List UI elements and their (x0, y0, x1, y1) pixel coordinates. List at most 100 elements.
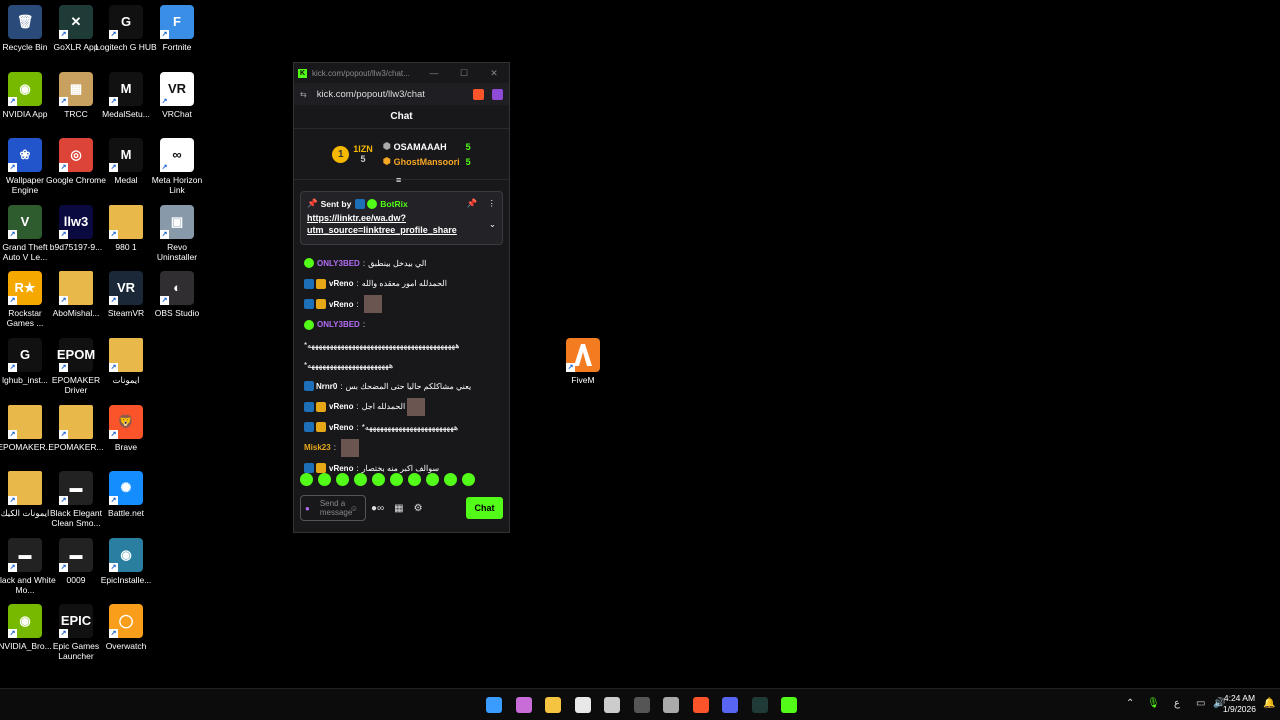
username-colon: : (356, 463, 359, 473)
chat-username[interactable]: vReno (329, 402, 353, 411)
chat-username[interactable]: Misk23 (304, 443, 331, 452)
goxlr-taskbar-icon[interactable] (751, 697, 768, 713)
clock-date: 1/9/2026 (1222, 704, 1256, 714)
emote-icon[interactable] (354, 473, 367, 486)
discord-icon[interactable] (722, 697, 738, 713)
pinned-sent-by: Sent by (320, 198, 352, 209)
address-bar[interactable]: ⇆ kick.com/popout/llw3/chat (294, 83, 509, 105)
brave-taskbar-icon[interactable] (692, 697, 709, 713)
windows-start-icon[interactable] (486, 697, 502, 713)
filter-icon[interactable]: ≡ (396, 175, 401, 185)
chat-message: vReno: (304, 294, 494, 315)
desktop-icon[interactable]: ◐ ↗ OBS Studio (146, 271, 208, 318)
brave-shields-icon[interactable] (473, 88, 484, 100)
video-icon: ▬ ↗ (8, 537, 42, 572)
notepad-icon[interactable] (574, 697, 591, 713)
calculator-icon[interactable] (633, 697, 650, 713)
desktop-icon[interactable]: ◯ ↗ Overwatch (95, 604, 157, 651)
emote-icon[interactable] (426, 473, 439, 486)
shortcut-arrow-icon: ↗ (59, 296, 68, 306)
username-colon: : (356, 279, 359, 289)
chat-username[interactable]: vReno (329, 279, 353, 288)
chat-username[interactable]: vReno (329, 300, 353, 309)
maximize-button[interactable]: ☐ (449, 68, 479, 79)
desktop-icon-label: Overwatch (105, 641, 147, 652)
chat-username[interactable]: ONLY3BED (317, 320, 360, 329)
brave-rewards-icon[interactable] (492, 88, 503, 100)
emote-icon[interactable] (444, 473, 457, 486)
desktop-icon[interactable]: ◉ ↗ EpicInstalle... (95, 537, 157, 585)
pinned-author[interactable]: BotRix (380, 199, 467, 209)
leader-name[interactable]: 1IZN (353, 144, 373, 154)
kick-taskbar-icon[interactable] (781, 697, 797, 713)
leaderboard-entry-count: 5 (465, 141, 471, 152)
leaderboard-entry-name[interactable]: GhostMansoori (394, 157, 466, 167)
chat-message: *ههههههههههههههههههههههه (304, 356, 494, 377)
medal-icon: M ↗ (109, 138, 143, 173)
pinned-link[interactable]: https://linktr.ee/wa.dw? utm_source=link… (307, 212, 489, 236)
more-options-icon[interactable]: ⋮ (488, 198, 497, 209)
desktop-icon[interactable]: 🦁 ↗ Brave (95, 404, 157, 452)
desktop-icon[interactable]: ✺ ↗ Battle.net (95, 471, 157, 518)
emote-icon[interactable] (300, 473, 313, 486)
leaderboard-entry-name[interactable]: OSAMAAAH (394, 142, 466, 152)
microphone-icon[interactable]: 🎙 (1147, 698, 1160, 709)
emote-icon[interactable] (462, 473, 475, 486)
emote-icon[interactable] (390, 473, 403, 486)
overwatch-icon: ◯ ↗ (109, 604, 143, 639)
desktop-icon[interactable]: ↗ ايمونات (95, 338, 157, 385)
chat-username[interactable]: ONLY3BED (317, 259, 360, 268)
url-text[interactable]: kick.com/popout/llw3/chat (317, 89, 473, 100)
desktop-icon[interactable]: VR ↗ VRChat (146, 71, 208, 119)
chevron-up-icon[interactable]: ⌃ (1126, 698, 1134, 709)
microphone-icon[interactable]: ● (305, 504, 310, 513)
pinned-link-line: utm_source=linktree_profile_share (307, 225, 457, 235)
emote-icon[interactable] (372, 473, 385, 486)
gta-icon: V ↗ (8, 204, 42, 239)
epic-icon: EPIC ↗ (59, 604, 93, 639)
shortcut-arrow-icon: ↗ (109, 296, 118, 306)
verified-badge-icon (304, 258, 314, 269)
store-icon[interactable] (604, 697, 620, 713)
revo-icon: ▣ ↗ (160, 204, 194, 239)
notification-icon[interactable]: 🔔 (1263, 698, 1275, 709)
unpin-icon[interactable]: 📌 (467, 198, 478, 209)
desktop-icon[interactable]: ∞ ↗ Meta Horizon Link (146, 138, 208, 195)
emote-icon[interactable] (318, 473, 331, 486)
rank-coin-icon: 1 (332, 145, 350, 163)
chat-username[interactable]: vReno (329, 464, 353, 473)
shortcut-arrow-icon: ↗ (59, 429, 68, 439)
chat-username[interactable]: Nrnr0 (316, 382, 337, 391)
chat-input[interactable]: ● Send a message ☺ (300, 495, 366, 521)
desktop-icon-label: FiveM (571, 375, 595, 385)
copilot-icon[interactable] (515, 697, 532, 713)
system-clock[interactable]: 4:24 AM 1/9/2026 (1223, 693, 1256, 715)
chrome-taskbar-icon[interactable] (663, 697, 679, 713)
crown-badge-icon (316, 422, 326, 433)
chat-message: ONLY3BED: الي بيدخل بينطبق (304, 253, 494, 274)
send-chat-button[interactable]: Chat (466, 497, 503, 519)
crown-badge-icon (316, 463, 326, 474)
emote-icon[interactable] (336, 473, 349, 486)
store-icon[interactable]: ▦ (394, 503, 403, 514)
shortcut-arrow-icon: ↗ (8, 363, 17, 372)
language-indicator[interactable]: ع (1174, 698, 1180, 709)
desktop-icon[interactable]: F ↗ Fortnite (146, 5, 208, 52)
chat-username[interactable]: vReno (329, 423, 353, 432)
network-icon[interactable]: ▭ (1196, 698, 1205, 709)
site-settings-icon[interactable]: ⇆ (300, 90, 307, 99)
close-button[interactable]: ✕ (479, 68, 509, 79)
emoji-icon[interactable]: ☺ (350, 504, 358, 513)
verified-badge-icon (367, 198, 378, 209)
emote-icon[interactable] (408, 473, 421, 486)
medal-icon: M ↗ (109, 71, 143, 106)
minimize-button[interactable]: — (419, 68, 449, 78)
rewards-icon[interactable]: ●∞ (371, 503, 384, 514)
chevron-down-icon[interactable]: ⌄ (489, 219, 496, 230)
file-explorer-icon[interactable] (545, 697, 561, 713)
sub-badge-icon (304, 381, 314, 392)
window-title: kick.com/popout/llw3/chat... (312, 68, 410, 78)
desktop-icon-fivem[interactable]: ↗ FiveM (552, 338, 614, 385)
gear-icon[interactable]: ⚙ (414, 503, 423, 514)
desktop-icon[interactable]: ▣ ↗ Revo Uninstaller (146, 204, 208, 262)
